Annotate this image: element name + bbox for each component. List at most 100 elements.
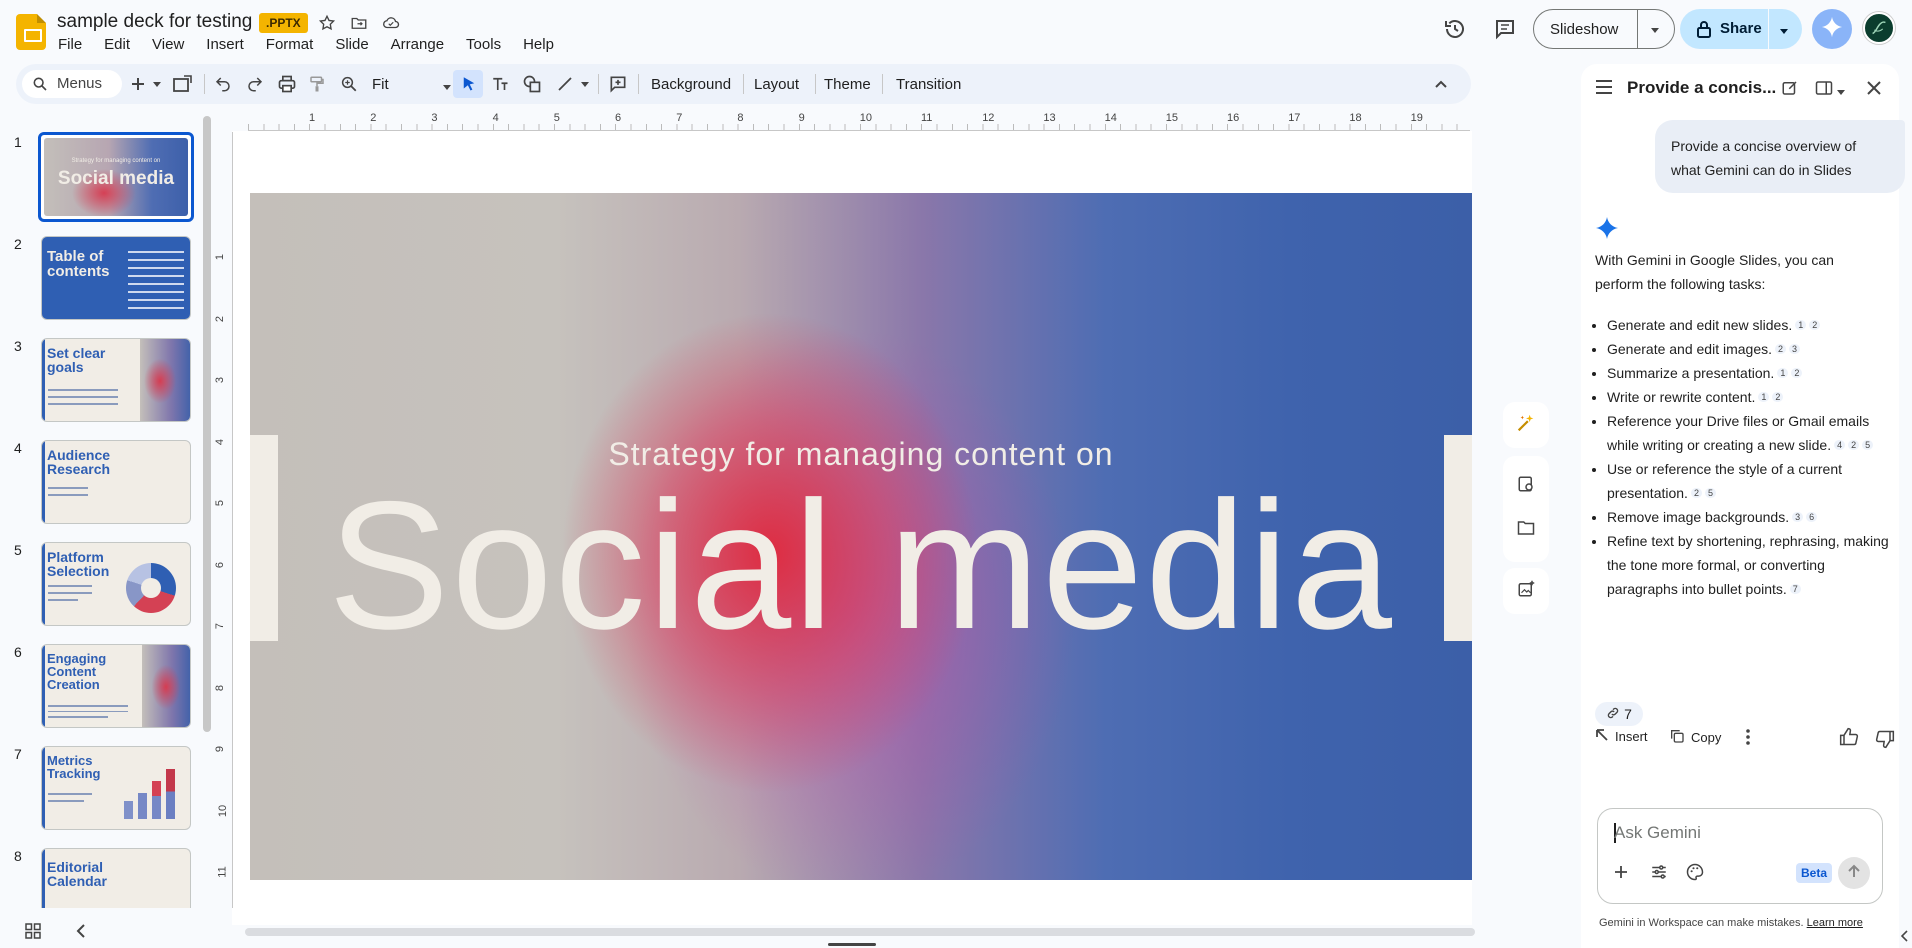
- citation-chip[interactable]: 2: [1848, 440, 1860, 450]
- citation-chip[interactable]: 1: [1777, 368, 1789, 378]
- citation-chip[interactable]: 7: [1789, 584, 1801, 594]
- menu-arrange[interactable]: Arrange: [391, 36, 444, 56]
- citation-chip[interactable]: 2: [1690, 488, 1702, 498]
- slide-thumbnail-1[interactable]: Strategy for managing content on Social …: [38, 132, 194, 222]
- panel-layout-dropdown-icon[interactable]: [1836, 84, 1846, 102]
- background-button[interactable]: Background: [651, 64, 731, 104]
- collapse-filmstrip-icon[interactable]: [70, 920, 92, 942]
- citation-chip[interactable]: 2: [1809, 320, 1821, 330]
- new-slide-icon[interactable]: [130, 64, 146, 104]
- resize-handle[interactable]: [828, 943, 876, 946]
- citation-chip[interactable]: 2: [1791, 368, 1803, 378]
- gemini-button[interactable]: [1812, 9, 1852, 49]
- menu-insert[interactable]: Insert: [206, 36, 244, 56]
- menu-view[interactable]: View: [152, 36, 184, 56]
- menu-file[interactable]: File: [58, 36, 82, 56]
- slide-thumbnail-8[interactable]: Editorial Calendar: [41, 848, 191, 908]
- more-options-icon[interactable]: [1745, 729, 1751, 750]
- undo-icon[interactable]: [214, 64, 232, 104]
- menu-edit[interactable]: Edit: [104, 36, 130, 56]
- document-title[interactable]: sample deck for testing: [57, 11, 252, 33]
- side-action-1[interactable]: [1503, 402, 1549, 448]
- learn-more-link[interactable]: Learn more: [1807, 917, 1863, 929]
- new-slide-dropdown-icon[interactable]: [152, 64, 162, 104]
- send-button[interactable]: [1838, 857, 1870, 889]
- copy-button[interactable]: Copy: [1669, 728, 1721, 747]
- slide-thumbnail-7[interactable]: Metrics Tracking: [41, 746, 191, 830]
- slide-thumbnail-2[interactable]: Table of contents: [41, 236, 191, 320]
- thumbs-down-icon[interactable]: [1875, 729, 1895, 754]
- citation-chip[interactable]: 1: [1795, 320, 1807, 330]
- history-menu-icon[interactable]: [1595, 80, 1613, 99]
- slide-thumbnail-4[interactable]: Audience Research: [41, 440, 191, 524]
- collapse-panel-icon[interactable]: [1900, 928, 1910, 944]
- text-box-icon[interactable]: [490, 64, 510, 104]
- citation-chip[interactable]: 2: [1772, 392, 1784, 402]
- move-folder-icon[interactable]: [348, 12, 370, 34]
- zoom-icon[interactable]: [340, 64, 358, 104]
- citation-chip[interactable]: 5: [1862, 440, 1874, 450]
- citation-chip[interactable]: 1: [1758, 392, 1770, 402]
- citation-chip[interactable]: 5: [1704, 488, 1716, 498]
- slide-title[interactable]: Social media: [250, 465, 1472, 665]
- sources-chip[interactable]: 7: [1595, 702, 1643, 726]
- slideshow-button[interactable]: Slideshow: [1533, 9, 1675, 49]
- theme-button[interactable]: Theme: [824, 64, 871, 104]
- new-chat-icon[interactable]: [1781, 79, 1799, 102]
- citation-chip[interactable]: 4: [1834, 440, 1846, 450]
- layout-button[interactable]: Layout: [754, 64, 799, 104]
- transition-button[interactable]: Transition: [896, 64, 961, 104]
- share-button[interactable]: Share: [1680, 9, 1802, 49]
- shape-icon[interactable]: [522, 64, 542, 104]
- citation-chip[interactable]: 3: [1789, 344, 1801, 354]
- filmstrip-scrollbar[interactable]: [203, 116, 211, 732]
- line-dropdown-icon[interactable]: [580, 64, 590, 104]
- insert-button[interactable]: Insert: [1595, 728, 1648, 745]
- paint-format-icon[interactable]: [308, 64, 326, 104]
- star-icon[interactable]: [316, 12, 338, 34]
- citation-chip[interactable]: 6: [1806, 512, 1818, 522]
- citation-chip[interactable]: 3: [1792, 512, 1804, 522]
- account-avatar[interactable]: [1863, 12, 1895, 44]
- drive-folder-icon[interactable]: [1516, 518, 1536, 538]
- response-list-item: Write or rewrite content.12: [1607, 385, 1897, 409]
- ask-gemini-input[interactable]: Ask Gemini: [1614, 823, 1701, 843]
- slide-thumbnail-6[interactable]: Engaging Content Creation: [41, 644, 191, 728]
- cloud-status-icon[interactable]: [380, 12, 402, 34]
- print-icon[interactable]: [277, 64, 297, 104]
- add-attachment-icon[interactable]: [1614, 865, 1628, 884]
- palette-icon[interactable]: [1686, 863, 1704, 886]
- ruler-v-label: 11: [216, 866, 229, 878]
- add-comment-icon[interactable]: [608, 64, 628, 104]
- share-dropdown-icon[interactable]: [1779, 23, 1789, 40]
- menus-search-box[interactable]: Menus: [22, 70, 122, 98]
- speaker-notes-icon[interactable]: [1516, 474, 1536, 494]
- panel-layout-icon[interactable]: [1815, 80, 1833, 101]
- slide-thumbnail-3[interactable]: Set clear goals: [41, 338, 191, 422]
- menu-format[interactable]: Format: [266, 36, 314, 56]
- thumbs-up-icon[interactable]: [1839, 727, 1859, 752]
- side-action-3[interactable]: [1503, 568, 1549, 614]
- citation-chip[interactable]: 2: [1775, 344, 1787, 354]
- response-item-text: Reference your Drive files or Gmail emai…: [1607, 413, 1870, 453]
- line-icon[interactable]: [556, 64, 574, 104]
- zoom-select[interactable]: Fit: [372, 64, 454, 104]
- canvas-horizontal-scrollbar[interactable]: [245, 928, 1475, 936]
- menu-slide[interactable]: Slide: [335, 36, 368, 56]
- menu-tools[interactable]: Tools: [466, 36, 501, 56]
- slides-logo-icon[interactable]: [16, 14, 46, 50]
- slide-canvas[interactable]: Strategy for managing content on Social …: [250, 193, 1472, 880]
- redo-icon[interactable]: [246, 64, 264, 104]
- tune-settings-icon[interactable]: [1650, 863, 1668, 886]
- collapse-toolbar-icon[interactable]: [1434, 64, 1448, 104]
- select-cursor-icon[interactable]: [460, 64, 478, 104]
- menu-help[interactable]: Help: [523, 36, 554, 56]
- import-slide-icon[interactable]: [172, 64, 192, 104]
- close-panel-icon[interactable]: [1867, 81, 1881, 100]
- thumb-title: Metrics Tracking: [47, 753, 101, 781]
- slide-thumbnail-5[interactable]: Platform Selection: [41, 542, 191, 626]
- slideshow-dropdown-icon[interactable]: [1650, 22, 1660, 39]
- version-history-icon[interactable]: [1442, 16, 1468, 42]
- grid-view-icon[interactable]: [22, 920, 44, 942]
- comments-icon[interactable]: [1492, 16, 1518, 42]
